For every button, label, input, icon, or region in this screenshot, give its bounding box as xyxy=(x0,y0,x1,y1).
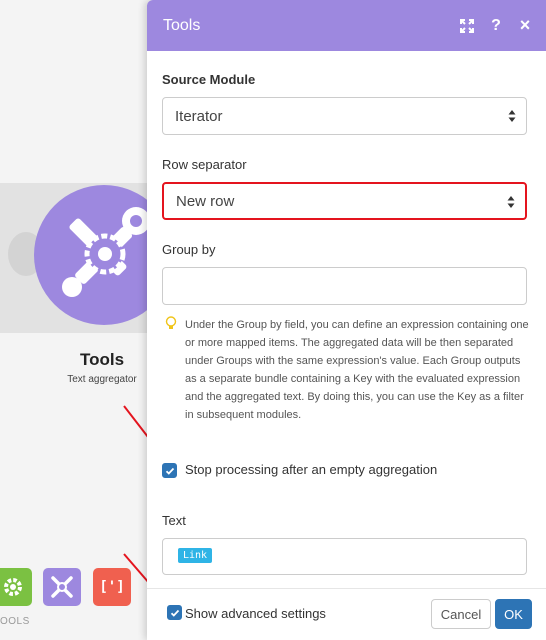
text-field[interactable]: Link xyxy=(162,538,527,575)
group-by-input[interactable] xyxy=(162,267,527,305)
close-icon[interactable]: × xyxy=(512,13,538,39)
select-arrows-icon xyxy=(507,196,515,208)
group-by-label: Group by xyxy=(162,242,216,257)
module-subtitle: Text aggregator xyxy=(67,374,137,385)
gear-icon xyxy=(4,578,22,596)
link-tag[interactable]: Link xyxy=(178,548,213,563)
text-label: Text xyxy=(162,513,186,528)
advanced-settings-checkbox[interactable] xyxy=(167,605,182,620)
row-separator-value: New row xyxy=(176,192,235,210)
dialog-header: Tools ? × xyxy=(147,0,546,51)
tools-button[interactable] xyxy=(43,568,81,606)
dialog-title: Tools xyxy=(163,16,201,34)
tools-settings-dialog: Tools ? × Source Module Iterator Row sep… xyxy=(147,0,546,640)
source-module-value: Iterator xyxy=(175,107,223,125)
settings-button[interactable] xyxy=(0,568,32,606)
row-separator-select[interactable]: New row xyxy=(162,182,527,220)
cancel-button[interactable]: Cancel xyxy=(431,599,491,629)
source-module-label: Source Module xyxy=(162,72,256,87)
module-title: Tools xyxy=(79,350,125,369)
row-separator-label: Row separator xyxy=(162,157,247,172)
select-arrows-icon xyxy=(508,110,516,122)
help-icon[interactable]: ? xyxy=(483,13,509,39)
lightbulb-icon xyxy=(165,316,177,329)
tools-icon xyxy=(51,576,73,598)
toolbar-label: OOLS xyxy=(0,616,30,627)
ok-button[interactable]: OK xyxy=(495,599,532,629)
stop-processing-checkbox[interactable] xyxy=(162,463,177,478)
expand-icon[interactable] xyxy=(454,13,480,39)
group-by-help-text: Under the Group by field, you can define… xyxy=(185,319,529,421)
stop-processing-label: Stop processing after an empty aggregati… xyxy=(185,462,438,477)
check-icon xyxy=(170,609,179,617)
check-icon xyxy=(165,467,174,475)
advanced-settings-label: Show advanced settings xyxy=(185,606,326,621)
source-module-select[interactable]: Iterator xyxy=(162,97,527,135)
wrench-gear-icon xyxy=(62,207,150,297)
dialog-footer: Show advanced settings Cancel OK xyxy=(147,588,546,640)
dialog-body: Source Module Iterator Row separator New… xyxy=(147,51,546,588)
